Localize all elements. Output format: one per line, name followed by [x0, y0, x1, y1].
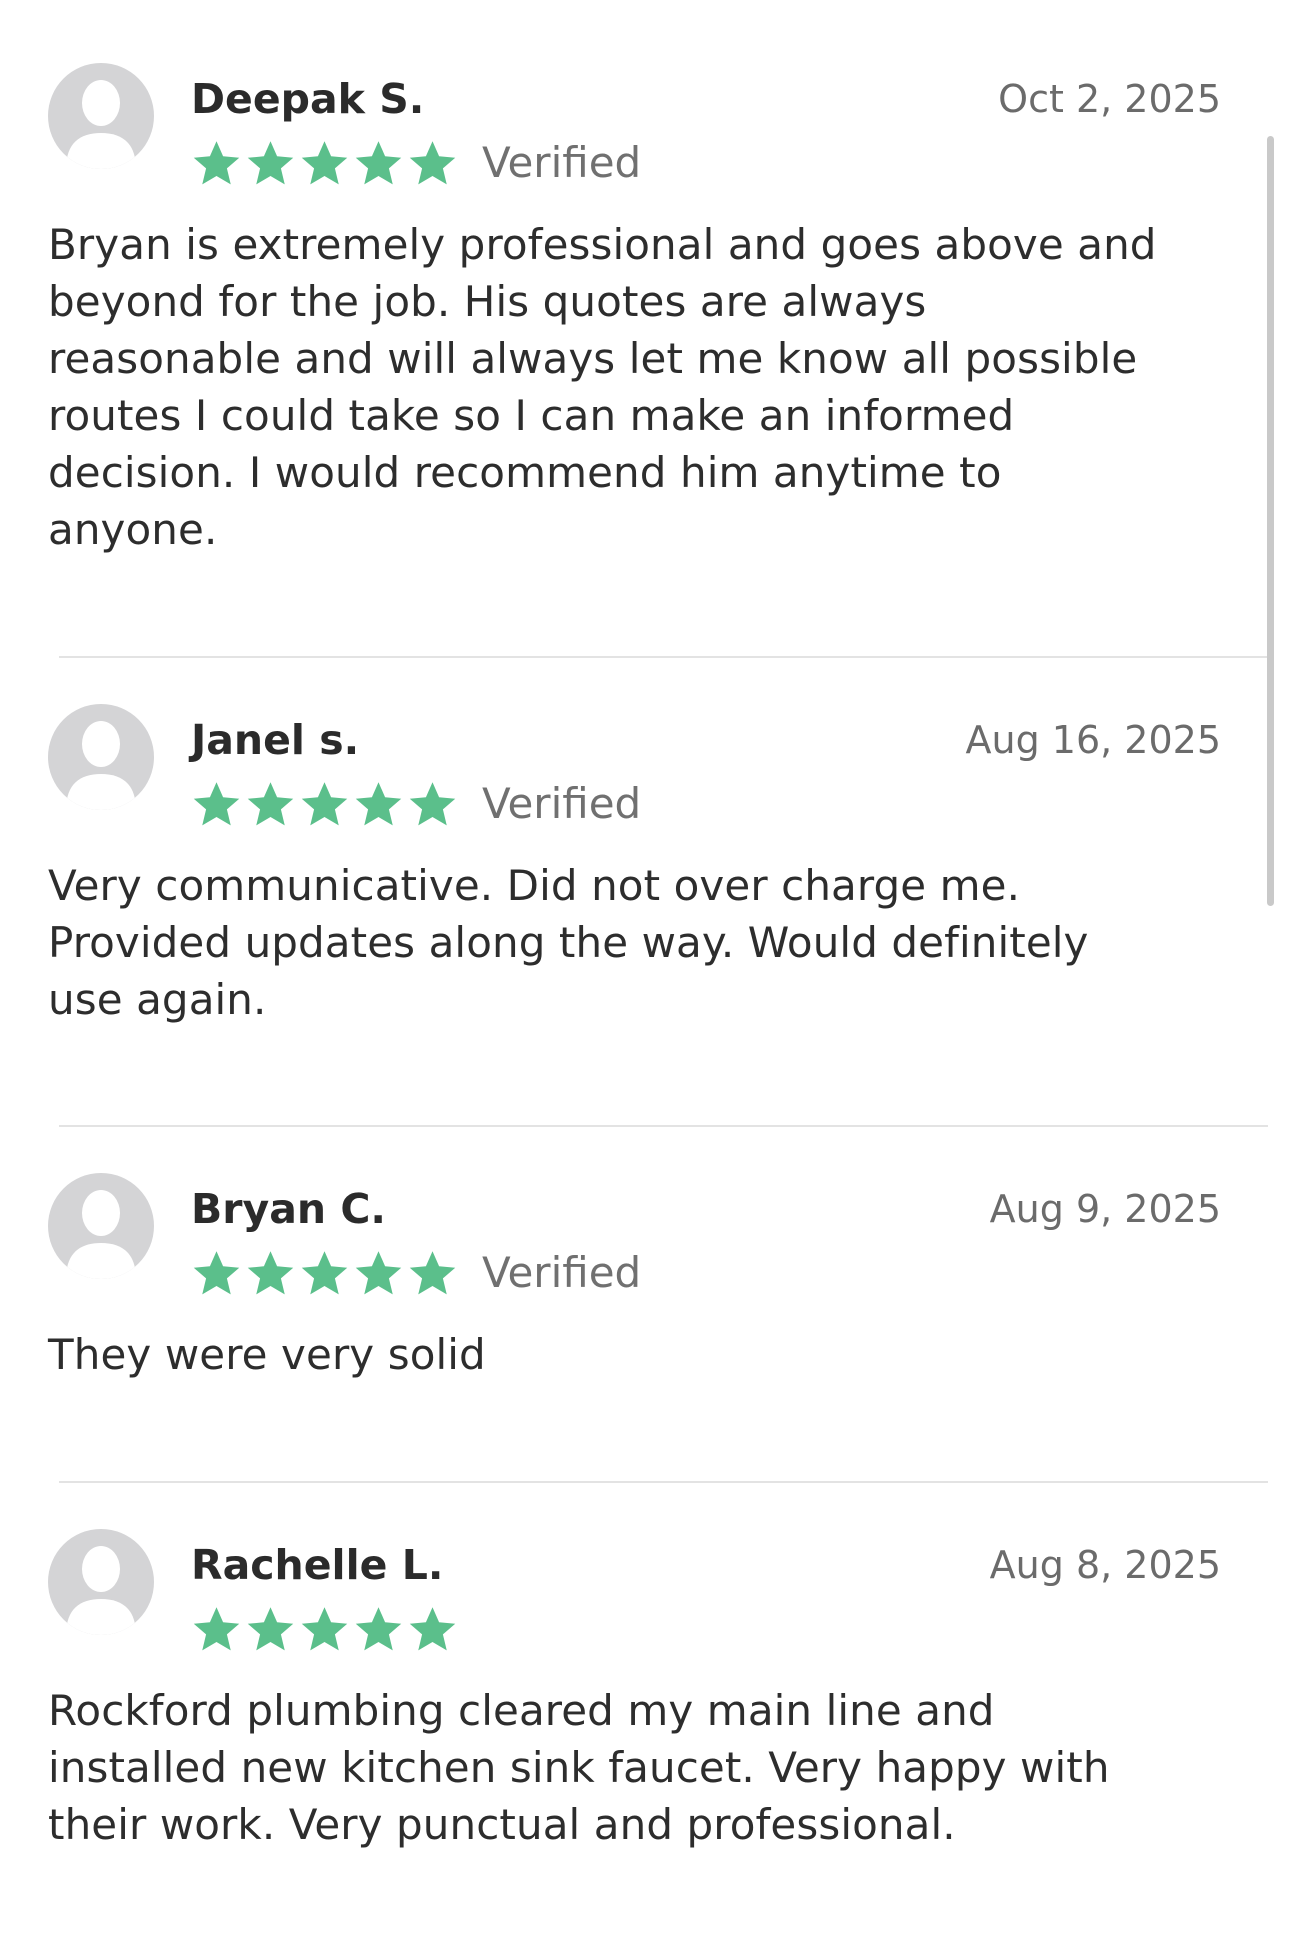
star-icon	[409, 1606, 456, 1650]
rating-row: Verified	[191, 1245, 641, 1301]
verified-label: Verified	[482, 779, 642, 828]
user-avatar-icon	[48, 1173, 154, 1279]
star-icon	[193, 781, 240, 825]
rating-row: Verified	[191, 135, 641, 191]
review-divider	[59, 1125, 1268, 1127]
star-rating	[191, 138, 458, 189]
user-avatar-icon	[48, 704, 154, 810]
review-text: Rockford plumbing cleared my main line a…	[48, 1686, 1110, 1849]
review-date: Aug 8, 2025	[989, 1543, 1221, 1587]
star-icon	[355, 781, 402, 825]
star-icon	[355, 140, 402, 184]
star-icon	[247, 1250, 294, 1294]
verified-label: Verified	[482, 1248, 642, 1297]
star-icon	[409, 140, 456, 184]
rating-row: Verified	[191, 776, 641, 832]
review-date: Oct 2, 2025	[998, 77, 1221, 121]
scrollbar[interactable]	[1267, 136, 1274, 906]
review-text: They were very solid	[48, 1330, 486, 1379]
star-icon	[301, 1606, 348, 1650]
star-rating	[191, 1604, 458, 1655]
star-icon	[193, 140, 240, 184]
user-avatar-icon	[48, 63, 154, 169]
reviewer-name: Rachelle L.	[191, 1541, 444, 1589]
review-divider	[59, 1481, 1268, 1483]
reviewer-name: Deepak S.	[191, 75, 425, 123]
review-divider	[59, 656, 1268, 658]
reviewer-name: Janel s.	[191, 716, 360, 764]
review-date: Aug 16, 2025	[965, 718, 1222, 762]
star-icon	[301, 140, 348, 184]
review-text: Bryan is extremely professional and goes…	[48, 220, 1157, 554]
star-icon	[301, 781, 348, 825]
star-icon	[247, 1606, 294, 1650]
star-icon	[409, 781, 456, 825]
review-text: Very communicative. Did not over charge …	[48, 861, 1089, 1024]
user-avatar-icon	[48, 1529, 154, 1635]
verified-label: Verified	[482, 138, 642, 187]
star-rating	[191, 1248, 458, 1299]
star-icon	[247, 140, 294, 184]
star-icon	[301, 1250, 348, 1294]
star-icon	[247, 781, 294, 825]
star-icon	[409, 1250, 456, 1294]
rating-row	[191, 1601, 458, 1657]
star-icon	[355, 1250, 402, 1294]
reviewer-name: Bryan C.	[191, 1185, 386, 1233]
star-icon	[193, 1250, 240, 1294]
star-icon	[193, 1606, 240, 1650]
star-rating	[191, 779, 458, 830]
star-icon	[355, 1606, 402, 1650]
review-date: Aug 9, 2025	[989, 1187, 1221, 1231]
